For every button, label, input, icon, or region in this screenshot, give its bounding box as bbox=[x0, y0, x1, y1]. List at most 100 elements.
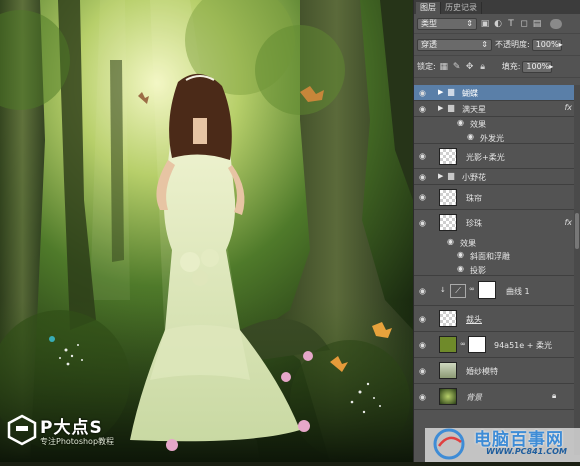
lock-icon: 🔒︎ bbox=[552, 391, 557, 400]
layer-name: 满天星 bbox=[462, 105, 486, 114]
fill-input[interactable]: 100% ▸ bbox=[522, 60, 554, 73]
visibility-eye-icon[interactable]: ◉ bbox=[419, 193, 426, 202]
lock-all-icon[interactable]: 🔒︎ bbox=[478, 62, 488, 72]
disclosure-triangle-icon[interactable]: ▶ bbox=[438, 172, 443, 180]
lock-pixels-icon[interactable]: ✎ bbox=[452, 62, 462, 72]
layer-name: 背景 bbox=[466, 393, 482, 402]
filter-toggle-icon[interactable] bbox=[550, 18, 562, 29]
lock-transparency-icon[interactable]: ▦ bbox=[439, 62, 449, 72]
layer-thumbnail bbox=[439, 189, 457, 206]
effect-drop-shadow[interactable]: ◉ 投影 bbox=[414, 262, 580, 276]
opacity-label: 不透明度: bbox=[495, 40, 530, 49]
effect-name: 投影 bbox=[470, 266, 486, 275]
effects-header[interactable]: ◉ 效果 bbox=[414, 236, 580, 249]
shape-filter-icon[interactable]: ◻ bbox=[519, 19, 529, 29]
layer-row-wildflower-group[interactable]: ◉ ▶ ▆ 小野花 bbox=[414, 169, 580, 185]
layer-name: 光影+柔光 bbox=[466, 153, 505, 162]
visibility-eye-icon[interactable]: ◉ bbox=[419, 152, 426, 161]
curves-adjustment-icon: ⟋ bbox=[450, 284, 466, 298]
layer-name: 小野花 bbox=[462, 173, 486, 182]
effects-label: 效果 bbox=[460, 239, 476, 248]
scrollbar-thumb[interactable] bbox=[575, 213, 579, 249]
text-filter-icon[interactable]: T bbox=[506, 19, 516, 29]
effect-eye-icon[interactable]: ◉ bbox=[457, 118, 464, 127]
effect-name: 外发光 bbox=[480, 134, 504, 143]
chevron-down-icon: ⇕ bbox=[466, 18, 473, 28]
chevron-right-icon: ▸ bbox=[558, 39, 563, 49]
layer-mask-thumbnail[interactable] bbox=[468, 336, 486, 353]
visibility-eye-icon[interactable]: ◉ bbox=[419, 219, 426, 228]
filter-row: 类型 ⇕ ▣ ◐ T ◻ ▤ bbox=[414, 14, 580, 34]
layer-name: 蝴蝶 bbox=[462, 89, 478, 98]
effect-eye-icon[interactable]: ◉ bbox=[457, 264, 464, 273]
layer-row-stars-group[interactable]: ◉ ▶ ▆ 满天星 fx bbox=[414, 101, 580, 117]
layer-name: 婚纱模特 bbox=[466, 367, 498, 376]
chain-link-icon[interactable]: ∞ bbox=[460, 340, 466, 348]
layers-scrollbar[interactable] bbox=[574, 85, 580, 455]
layer-thumbnail bbox=[439, 310, 457, 327]
layer-thumbnail bbox=[439, 214, 457, 231]
chevron-right-icon: ▸ bbox=[549, 61, 554, 71]
effect-name: 斜面和浮雕 bbox=[470, 252, 510, 261]
effect-eye-icon[interactable]: ◉ bbox=[457, 250, 464, 259]
lock-label: 锁定: bbox=[417, 62, 436, 71]
opacity-value: 100% bbox=[535, 39, 559, 49]
psd-logo-icon bbox=[6, 414, 38, 446]
layer-thumbnail bbox=[439, 148, 457, 165]
fx-badge[interactable]: fx bbox=[564, 218, 572, 227]
visibility-eye-icon[interactable]: ◉ bbox=[419, 392, 426, 401]
blend-row: 穿透 ⇕ 不透明度: 100% ▸ bbox=[414, 34, 580, 56]
effect-bevel-emboss[interactable]: ◉ 斜面和浮雕 bbox=[414, 249, 580, 262]
effect-outer-glow[interactable]: ◉ 外发光 bbox=[414, 130, 580, 144]
panel-tab-bar: 图层 历史记录 bbox=[414, 0, 580, 14]
adjustment-filter-icon[interactable]: ◐ bbox=[493, 19, 503, 29]
layer-row-pearl[interactable]: ◉ 珍珠 fx bbox=[414, 210, 580, 236]
layers-panel: 图层 历史记录 类型 ⇕ ▣ ◐ T ◻ ▤ 穿透 ⇕ 不透明度: 100% ▸ 锁定… bbox=[413, 0, 580, 462]
filter-type-select[interactable]: 类型 ⇕ bbox=[417, 17, 477, 30]
visibility-eye-icon[interactable]: ◉ bbox=[419, 366, 426, 375]
lock-position-icon[interactable]: ✥ bbox=[465, 62, 475, 72]
blend-mode-select[interactable]: 穿透 ⇕ bbox=[417, 38, 492, 51]
disclosure-triangle-icon[interactable]: ▶ bbox=[438, 88, 443, 96]
layer-name: 裁头 bbox=[466, 315, 482, 324]
layer-name: 94a51e + 柔光 bbox=[494, 341, 552, 350]
document-canvas[interactable]: P大点S 专注Photoshop教程 bbox=[0, 0, 413, 462]
layer-row-bride-model[interactable]: ◉ 婚纱模特 bbox=[414, 358, 580, 384]
effect-eye-icon[interactable]: ◉ bbox=[467, 132, 474, 141]
tab-layers[interactable]: 图层 bbox=[416, 2, 441, 14]
layer-row-bead-curtain[interactable]: ◉ 珠帘 bbox=[414, 185, 580, 210]
watermark-title: P大点S bbox=[40, 418, 103, 438]
effect-eye-icon[interactable]: ◉ bbox=[447, 237, 454, 246]
visibility-eye-icon[interactable]: ◉ bbox=[419, 88, 426, 97]
layer-row-butterfly-group[interactable]: ◉ ▶ ▆ 蝴蝶 bbox=[414, 85, 580, 101]
disclosure-triangle-icon[interactable]: ▶ bbox=[438, 104, 443, 112]
layer-row-color-fill[interactable]: ◉ ∞ 94a51e + 柔光 bbox=[414, 332, 580, 358]
smart-object-filter-icon[interactable]: ▤ bbox=[532, 19, 542, 29]
layer-row-crop-head[interactable]: ◉ 裁头 bbox=[414, 306, 580, 332]
visibility-eye-icon[interactable]: ◉ bbox=[419, 314, 426, 323]
clip-arrow-icon: ↓ bbox=[440, 286, 446, 294]
layer-row-background[interactable]: ◉ 背景 🔒︎ bbox=[414, 384, 580, 410]
fx-badge[interactable]: fx bbox=[564, 103, 572, 112]
visibility-eye-icon[interactable]: ◉ bbox=[419, 286, 426, 295]
visibility-eye-icon[interactable]: ◉ bbox=[419, 340, 426, 349]
effects-header[interactable]: ◉ 效果 bbox=[414, 117, 580, 130]
opacity-input[interactable]: 100% ▸ bbox=[531, 38, 563, 51]
visibility-eye-icon[interactable]: ◉ bbox=[419, 172, 426, 181]
layer-row-light-softlight[interactable]: ◉ 光影+柔光 bbox=[414, 144, 580, 169]
filter-type-value: 类型 bbox=[421, 18, 437, 28]
effects-label: 效果 bbox=[470, 120, 486, 129]
chevron-down-icon: ⇕ bbox=[481, 39, 488, 49]
visibility-eye-icon[interactable]: ◉ bbox=[419, 104, 426, 113]
lock-row: 锁定: ▦ ✎ ✥ 🔒︎ 填充: 100% ▸ bbox=[414, 56, 580, 78]
chain-link-icon[interactable]: ∞ bbox=[469, 285, 475, 293]
image-filter-icon[interactable]: ▣ bbox=[480, 19, 490, 29]
layer-name: 珠帘 bbox=[466, 194, 482, 203]
layer-mask-thumbnail[interactable] bbox=[478, 281, 496, 299]
layer-name: 曲线 1 bbox=[506, 287, 530, 296]
layer-row-curves-1[interactable]: ◉ ↓ ⟋ ∞ 曲线 1 bbox=[414, 276, 580, 306]
watermark-subtitle: 专注Photoshop教程 bbox=[40, 437, 115, 446]
folder-icon: ▆ bbox=[448, 87, 455, 96]
tab-history[interactable]: 历史记录 bbox=[441, 2, 482, 14]
fill-color-thumbnail bbox=[439, 336, 457, 353]
